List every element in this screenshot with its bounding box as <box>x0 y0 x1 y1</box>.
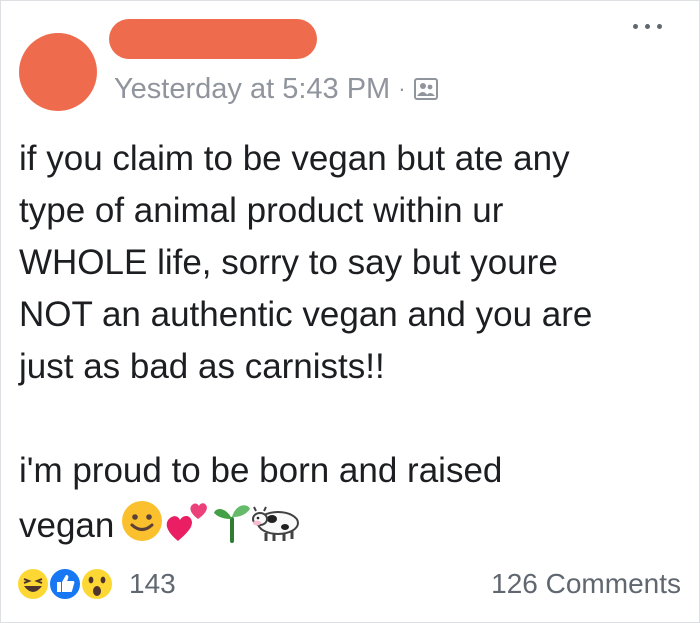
post-body: if you claim to be vegan but ate any typ… <box>19 133 689 552</box>
reaction-icons <box>15 566 114 602</box>
two-hearts-icon <box>167 503 208 541</box>
friends-icon[interactable] <box>413 78 438 100</box>
reactions-summary[interactable]: 143 <box>15 566 176 602</box>
author-name-redacted[interactable] <box>109 19 317 59</box>
comments-count-link[interactable]: 126 Comments <box>491 568 681 600</box>
meta-separator: · <box>398 76 406 101</box>
smiling-face-icon <box>122 501 163 541</box>
haha-reaction-icon <box>16 567 50 601</box>
more-options-icon[interactable] <box>625 19 669 33</box>
wow-reaction-icon <box>80 567 114 601</box>
seedling-icon <box>214 505 251 543</box>
avatar-redacted[interactable] <box>19 33 97 111</box>
post-card: Yesterday at 5:43 PM · if you claim to b… <box>0 0 700 623</box>
cow-icon <box>252 506 300 541</box>
post-paragraph-2-line-2: vegan <box>19 506 115 545</box>
post-meta: Yesterday at 5:43 PM · <box>114 69 438 109</box>
reaction-count[interactable]: 143 <box>129 568 176 600</box>
post-paragraph-1: if you claim to be vegan but ate any typ… <box>19 139 593 386</box>
timestamp[interactable]: Yesterday at 5:43 PM <box>114 73 390 106</box>
emoji-row <box>120 497 302 543</box>
like-reaction-icon <box>48 567 82 601</box>
post-footer: 143 126 Comments <box>15 559 681 609</box>
post-paragraph-2-line-1: i'm proud to be born and raised <box>19 451 503 490</box>
